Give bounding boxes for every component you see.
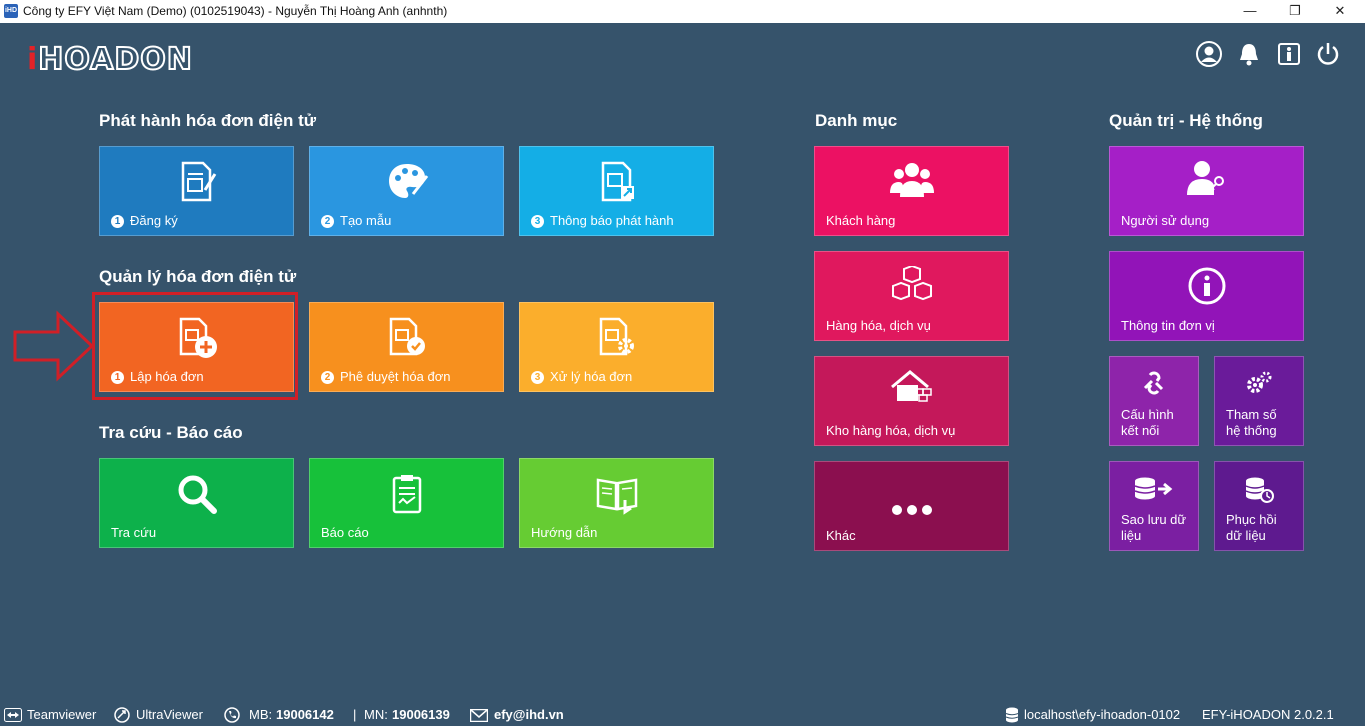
- tile-dang-ky[interactable]: 1 Đăng ký: [99, 146, 294, 236]
- phone-icon: [224, 707, 240, 723]
- mail-icon: [470, 709, 488, 722]
- gears-icon: [1247, 371, 1272, 393]
- tile-label-line1: Sao lưu dữ: [1121, 512, 1187, 527]
- tile-label: Phê duyệt hóa đơn: [340, 369, 451, 384]
- tile-thong-bao[interactable]: 3 Thông báo phát hành: [519, 146, 714, 236]
- tile-label: Hàng hóa, dịch vụ: [826, 318, 931, 333]
- db-path: localhost\efy-ihoadon-0102: [1024, 707, 1181, 722]
- tile-cau-hinh[interactable]: Cấu hình kết nối: [1109, 356, 1199, 446]
- app-icon: iHD: [4, 4, 18, 18]
- teamviewer-icon: [4, 708, 22, 722]
- approve-invoice-icon: [389, 317, 425, 356]
- tile-label: Tra cứu: [111, 525, 157, 540]
- tile-label: Đăng ký: [130, 213, 178, 228]
- search-icon: [178, 475, 217, 514]
- process-invoice-icon: [599, 317, 634, 356]
- tile-label-line2: kết nối: [1121, 423, 1160, 438]
- tile-tao-mau[interactable]: 2 Tạo mẫu: [309, 146, 504, 236]
- tile-khach-hang[interactable]: Khách hàng: [814, 146, 1009, 236]
- tile-label: Khác: [826, 528, 856, 543]
- teamviewer-link[interactable]: Teamviewer: [27, 707, 96, 722]
- restore-database-icon: [1245, 477, 1274, 503]
- restore-button[interactable]: ❐: [1275, 0, 1315, 23]
- tile-label: Người sử dụng: [1121, 213, 1210, 228]
- tile-thong-tin-don-vi[interactable]: Thông tin đơn vị: [1109, 251, 1304, 341]
- tile-label-line2: liệu: [1121, 528, 1142, 543]
- tile-label: Tạo mẫu: [340, 213, 392, 228]
- tile-kho-hang-hoa[interactable]: Kho hàng hóa, dịch vụ: [814, 356, 1009, 446]
- tile-bao-cao[interactable]: Báo cáo: [309, 458, 504, 548]
- book-icon: [596, 478, 637, 515]
- tile-hang-hoa[interactable]: Hàng hóa, dịch vụ: [814, 251, 1009, 341]
- tile-label: Thông báo phát hành: [550, 213, 674, 228]
- register-document-icon: [181, 161, 216, 202]
- separator: |: [353, 707, 357, 722]
- tile-sao-luu[interactable]: Sao lưu dữ liệu: [1109, 461, 1199, 551]
- tile-nguoi-su-dung[interactable]: Người sử dụng: [1109, 146, 1304, 236]
- email-link[interactable]: efy@ihd.vn: [494, 707, 564, 722]
- section-tra-cuu: Tra cứu - Báo cáo: [99, 423, 243, 442]
- tile-khac[interactable]: Khác: [814, 461, 1009, 551]
- tile-label: Kho hàng hóa, dịch vụ: [826, 423, 956, 438]
- section-danh-muc: Danh mục: [815, 111, 898, 130]
- backup-database-icon: [1134, 477, 1173, 500]
- window-titlebar: iHD Công ty EFY Việt Nam (Demo) (0102519…: [0, 0, 1365, 23]
- palette-icon: [388, 164, 428, 198]
- mb-number: 19006142: [276, 707, 334, 722]
- tile-label-line1: Phục hồi: [1226, 512, 1277, 527]
- tile-label: Hướng dẫn: [531, 525, 598, 540]
- section-quan-tri: Quản trị - Hệ thống: [1109, 111, 1263, 130]
- clipboard-icon: [392, 475, 421, 514]
- tile-label-line2: hệ thống: [1226, 423, 1277, 438]
- section-quan-ly: Quản lý hóa đơn điện tử: [99, 267, 297, 286]
- announcement-document-icon: [601, 161, 634, 202]
- tile-label-line1: Cấu hình: [1121, 407, 1174, 422]
- customers-icon: [889, 163, 934, 197]
- status-bar: Teamviewer UltraViewer MB: 19006142 | MN…: [0, 704, 1365, 726]
- tile-label-line1: Tham số: [1226, 407, 1277, 422]
- more-dots-icon: [891, 505, 932, 515]
- minimize-button[interactable]: —: [1230, 0, 1270, 23]
- tile-tham-so[interactable]: Tham số hệ thống: [1214, 356, 1304, 446]
- mb-label: MB:: [249, 707, 273, 722]
- info-icon[interactable]: [1275, 40, 1303, 68]
- ihoadon-logo: iHOADON: [27, 41, 193, 78]
- tile-label: Xử lý hóa đơn: [550, 369, 633, 384]
- tile-label: Báo cáo: [321, 525, 369, 540]
- tile-label: Khách hàng: [826, 213, 896, 228]
- mn-number: 19006139: [392, 707, 450, 722]
- user-icon[interactable]: [1195, 40, 1223, 68]
- section-phat-hanh: Phát hành hóa đơn điện tử: [99, 111, 317, 130]
- link-config-icon: [1143, 371, 1164, 395]
- tile-label-line2: dữ liệu: [1226, 528, 1266, 543]
- pointer-arrow-icon: [13, 310, 95, 382]
- tile-phe-duyet[interactable]: 2 Phê duyệt hóa đơn: [309, 302, 504, 392]
- app-version: EFY-iHOADON 2.0.2.1: [1202, 707, 1334, 722]
- window-title: Công ty EFY Việt Nam (Demo) (0102519043)…: [23, 4, 448, 18]
- database-icon: [1005, 707, 1019, 723]
- tile-huong-dan[interactable]: Hướng dẫn: [519, 458, 714, 548]
- tile-phuc-hoi[interactable]: Phục hồi dữ liệu: [1214, 461, 1304, 551]
- tile-tra-cuu[interactable]: Tra cứu: [99, 458, 294, 548]
- info-circle-icon: [1188, 267, 1225, 305]
- ultraviewer-icon: [114, 707, 130, 723]
- boxes-icon: [891, 266, 932, 301]
- ultraviewer-link[interactable]: UltraViewer: [136, 707, 203, 722]
- bell-icon[interactable]: [1235, 40, 1263, 68]
- close-button[interactable]: ✕: [1320, 0, 1360, 23]
- warehouse-icon: [890, 370, 932, 402]
- power-icon[interactable]: [1314, 40, 1342, 68]
- user-key-icon: [1186, 161, 1224, 195]
- mn-label: MN:: [364, 707, 388, 722]
- highlight-frame: [92, 292, 298, 400]
- tile-label: Thông tin đơn vị: [1121, 318, 1215, 333]
- tile-xu-ly[interactable]: 3 Xử lý hóa đơn: [519, 302, 714, 392]
